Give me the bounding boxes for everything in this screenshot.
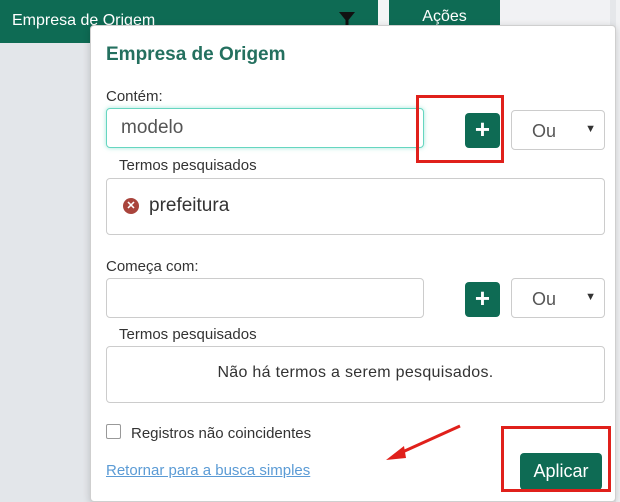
add-starts-with-term-button[interactable]: + [465, 282, 500, 317]
popover-title: Empresa de Origem [106, 44, 286, 65]
non-matching-label: Registros não coincidentes [131, 425, 312, 442]
starts-with-terms-label: Termos pesquisados [119, 326, 257, 343]
starts-with-terms-box: Não há termos a serem pesquisados. [106, 346, 605, 403]
starts-with-label: Começa com: [106, 258, 199, 275]
plus-icon: + [474, 283, 491, 313]
contains-operator-value: Ou [532, 121, 557, 141]
annotation-arrow-icon [386, 424, 461, 460]
non-matching-checkbox[interactable] [106, 424, 121, 439]
contains-terms-label: Termos pesquisados [119, 157, 257, 174]
highlight-box-apply-button [501, 426, 611, 492]
chevron-down-icon: ▼ [585, 123, 596, 135]
back-to-simple-search-link[interactable]: Retornar para a busca simples [106, 462, 310, 479]
starts-with-operator-value: Ou [532, 289, 557, 309]
term-text: prefeitura [149, 195, 230, 216]
empty-terms-message: Não há termos a serem pesquisados. [217, 364, 494, 381]
contains-terms-box: ✕ prefeitura [106, 178, 605, 235]
starts-with-input[interactable] [106, 278, 424, 318]
highlight-box-add-button [416, 95, 504, 163]
remove-term-icon[interactable]: ✕ [123, 198, 139, 214]
chevron-down-icon: ▼ [585, 291, 596, 303]
acoes-label: Ações [422, 8, 467, 25]
contains-operator-select[interactable]: Ou ▼ [511, 110, 605, 150]
starts-with-operator-select[interactable]: Ou ▼ [511, 278, 605, 318]
contains-label: Contém: [106, 88, 163, 105]
contains-input[interactable] [106, 108, 424, 148]
